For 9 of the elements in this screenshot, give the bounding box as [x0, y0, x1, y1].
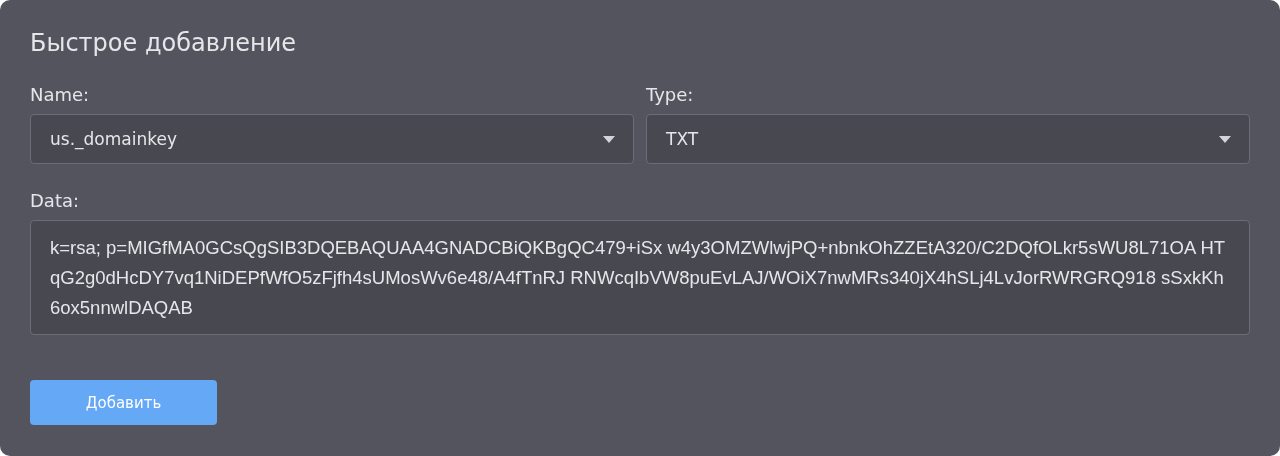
data-textarea[interactable]: k=rsa; p=MIGfMA0GCsQgSIB3DQEBAQUAA4GNADCBiQKBgQC479+iSx w4y3OMZWlwjPQ+nbnkOhZZEtA320/C2DQfOLkr5sWU8L71OA HTqG2g0dHcDY7vq1NiDEPfWfO5zFjfh4sUMosWv6e48/A4fTnRJ RNWcqIbVW8puEvLAJ/WOiX7nwMRs340jX4hSLj4LvJorRWRGRQ918 sSxkKh6ox5nnwlDAQAB [30, 220, 1250, 335]
caret-icon [603, 135, 615, 143]
caret-icon [1219, 135, 1231, 143]
type-select[interactable]: TXT [646, 114, 1250, 164]
field-label: Name: [30, 84, 91, 106]
name-select[interactable]: us._domainkey [30, 114, 634, 164]
panel-title: Быстрое добавление [30, 28, 297, 58]
field-label: Data: [30, 190, 81, 212]
field-label: Type: [646, 84, 695, 106]
